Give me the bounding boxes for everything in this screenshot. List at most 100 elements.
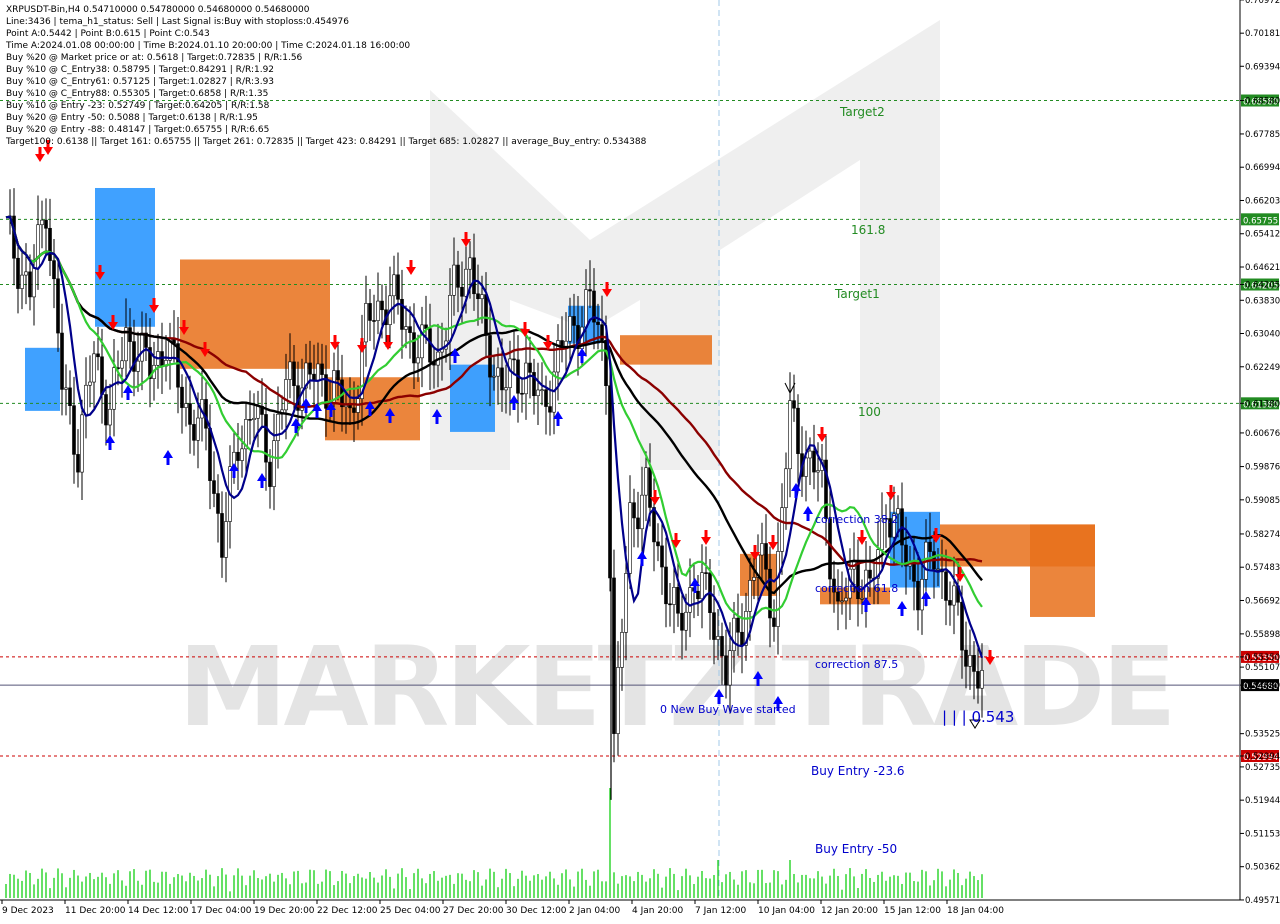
volume-bar bbox=[961, 885, 963, 898]
volume-bar bbox=[241, 875, 243, 898]
volume-bar bbox=[729, 871, 731, 898]
candle-body bbox=[588, 289, 592, 292]
volume-bar bbox=[29, 872, 31, 898]
volume-bar bbox=[269, 873, 271, 898]
candle-body bbox=[540, 389, 544, 392]
price-tick-label: 0.65412 bbox=[1245, 230, 1280, 240]
volume-bar bbox=[557, 884, 559, 898]
price-tick-label: 0.59876 bbox=[1245, 463, 1280, 473]
time-tick-label: 15 Jan 12:00 bbox=[884, 906, 941, 916]
annotation-correction-38: correction 38.2 bbox=[815, 513, 898, 526]
volume-bar bbox=[169, 883, 171, 898]
candle-body bbox=[624, 573, 628, 633]
volume-bar bbox=[861, 873, 863, 898]
volume-bar bbox=[433, 871, 435, 898]
volume-bar bbox=[645, 881, 647, 898]
volume-bar bbox=[393, 888, 395, 898]
price-tick-label: 0.59085 bbox=[1245, 496, 1280, 506]
volume-bar bbox=[737, 884, 739, 898]
candle-body bbox=[760, 543, 764, 556]
volume-bar bbox=[853, 876, 855, 898]
candle-body bbox=[748, 580, 752, 612]
volume-bar bbox=[765, 883, 767, 898]
volume-bar bbox=[733, 879, 735, 898]
candle-body bbox=[112, 367, 116, 410]
time-tick-label: 30 Dec 12:00 bbox=[506, 906, 567, 916]
volume-bar bbox=[477, 872, 479, 898]
candle-body bbox=[568, 316, 572, 342]
volume-bar bbox=[893, 875, 895, 898]
volume-bar bbox=[85, 876, 87, 898]
volume-bar bbox=[681, 876, 683, 898]
candle-body bbox=[240, 448, 244, 461]
candle-body bbox=[720, 636, 724, 657]
volume-bar bbox=[381, 875, 383, 898]
candle-body bbox=[108, 408, 112, 426]
volume-bar bbox=[253, 870, 255, 898]
candle-body bbox=[680, 612, 684, 631]
volume-bar bbox=[345, 873, 347, 898]
volume-bar bbox=[141, 884, 143, 898]
time-axis: 9 Dec 2023 11 Dec 20:00 14 Dec 12:00 17 Dec… bbox=[1, 900, 1004, 916]
candle-body bbox=[24, 271, 28, 276]
candle-body bbox=[584, 289, 588, 328]
candle-body bbox=[476, 293, 480, 300]
volume-bar bbox=[745, 870, 747, 898]
candle-body bbox=[656, 541, 660, 547]
volume-bar bbox=[537, 874, 539, 898]
volume-bar bbox=[849, 868, 851, 898]
candle-body bbox=[188, 403, 192, 425]
volume-bar bbox=[129, 871, 131, 898]
candle-body bbox=[276, 413, 280, 441]
volume-bar bbox=[489, 868, 491, 898]
price-tick-label: 0.70181 bbox=[1245, 29, 1280, 39]
volume-bar bbox=[613, 872, 615, 898]
volume-bar bbox=[913, 881, 915, 898]
candle-body bbox=[916, 580, 920, 611]
price-tick-label: 0.58274 bbox=[1245, 530, 1280, 540]
candle-body bbox=[204, 399, 208, 429]
volume-bar bbox=[821, 876, 823, 898]
candle-body bbox=[452, 264, 456, 296]
volume-bar bbox=[817, 871, 819, 898]
volume-bar bbox=[581, 868, 583, 898]
volume-bar bbox=[905, 872, 907, 898]
candle-body bbox=[704, 572, 708, 574]
volume-bar bbox=[65, 887, 67, 898]
volume-bar bbox=[257, 878, 259, 898]
volume-bar bbox=[97, 876, 99, 898]
candle-body bbox=[16, 257, 20, 289]
volume-bar bbox=[609, 788, 611, 898]
volume-bar bbox=[553, 878, 555, 898]
volume-bar bbox=[641, 874, 643, 898]
volume-bar bbox=[145, 870, 147, 898]
candle-body bbox=[56, 278, 60, 334]
volume-bar bbox=[517, 878, 519, 898]
volume-bar bbox=[73, 869, 75, 898]
chart-window: MARKETZITRADE correction 38.2 correction… bbox=[0, 0, 1280, 920]
volume-bar bbox=[797, 882, 799, 898]
volume-bar bbox=[337, 881, 339, 898]
volume-bar bbox=[289, 884, 291, 898]
info-line: XRPUSDT-Bin,H4 0.54710000 0.54780000 0.5… bbox=[6, 5, 310, 15]
volume-bar bbox=[369, 871, 371, 898]
volume-bar bbox=[105, 877, 107, 898]
price-tick-label: 0.64621 bbox=[1245, 263, 1280, 273]
info-line: Buy %20 @ Market price or at: 0.5618 | T… bbox=[6, 53, 303, 63]
volume-bar bbox=[509, 873, 511, 898]
volume-bar bbox=[205, 869, 207, 898]
candle-body bbox=[220, 513, 224, 558]
candle-body bbox=[352, 407, 356, 413]
volume-bar bbox=[361, 877, 363, 898]
volume-bar bbox=[441, 877, 443, 898]
candle-body bbox=[40, 219, 44, 226]
volume-bar bbox=[341, 870, 343, 898]
volume-bar bbox=[101, 872, 103, 898]
volume-bar bbox=[325, 869, 327, 898]
volume-bar bbox=[901, 883, 903, 898]
volume-bar bbox=[397, 873, 399, 898]
volume-bar bbox=[425, 883, 427, 898]
level-label-100: 100 bbox=[858, 405, 881, 419]
annotation-point-c: | | | 0.543 bbox=[942, 708, 1014, 726]
price-tick-label: 0.56692 bbox=[1245, 596, 1280, 606]
